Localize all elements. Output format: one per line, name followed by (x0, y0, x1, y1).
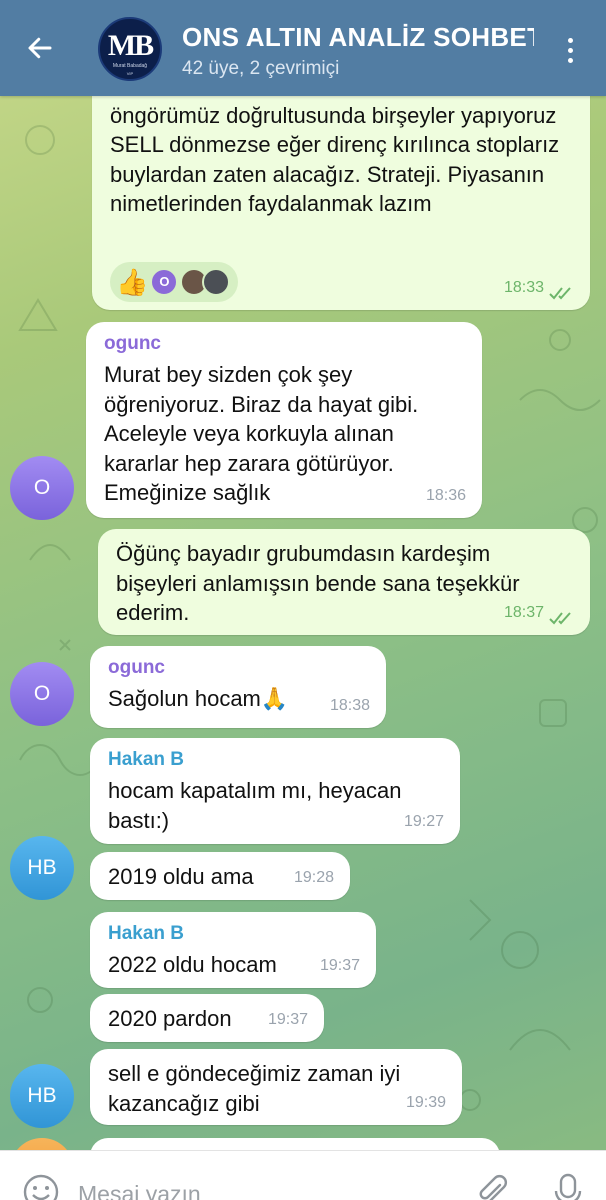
sender-name: Hakan B (108, 923, 185, 944)
message-bubble-outgoing[interactable]: Öğünç bayadır grubumdasın kardeşim bişey… (98, 529, 590, 635)
logo-tag: VIP (126, 71, 134, 76)
chat-header: MB Murat Babadağ VIP ONS ALTIN ANALİZ SO… (0, 0, 606, 96)
avatar-ogunc[interactable]: O (10, 662, 74, 726)
message-input-bar: Mesaj yazın (0, 1150, 606, 1200)
message-text: Murat bey sizden çok şey öğreniyoruz. Bi… (104, 362, 419, 505)
double-check-icon (549, 287, 571, 300)
logo-mark: MB (107, 29, 154, 62)
message-time: 19:37 (319, 956, 360, 974)
message-bubble-incoming[interactable]: 2020 pardon 19:37 (90, 994, 324, 1042)
message-time: 19:37 (267, 1010, 308, 1028)
double-check-icon (549, 612, 571, 625)
reaction-avatar: O (150, 268, 179, 296)
sender-name: ogunc (104, 333, 161, 354)
smiley-icon[interactable] (22, 1173, 60, 1200)
message-time: 18:33 (503, 278, 544, 296)
member-status: 42 üye, 2 çevrimiçi (182, 58, 340, 79)
more-menu-button[interactable] (552, 30, 588, 70)
message-bubble-incoming[interactable]: Hakan B hocam kapatalım mı, heyacan bast… (90, 738, 460, 844)
avatar-hakan[interactable]: HB (10, 1064, 74, 1128)
message-text: hocam kapatalım mı, heyacan bastı:) (108, 778, 402, 833)
avatar-ogunc[interactable]: O (10, 456, 74, 520)
message-bubble-incoming[interactable]: ogunc Sağolun hocam🙏 18:38 (90, 646, 386, 728)
thumbs-up-emoji: 👍 (116, 267, 149, 297)
message-input[interactable]: Mesaj yazın (78, 1181, 201, 1200)
message-time: 19:39 (405, 1093, 446, 1111)
microphone-icon[interactable] (550, 1171, 586, 1200)
back-button[interactable] (18, 26, 62, 70)
message-time: 18:36 (425, 486, 466, 504)
message-time: 18:37 (503, 603, 544, 621)
paperclip-icon[interactable] (474, 1173, 510, 1200)
message-text: Yani her işlemin kar ile sonuçlanma şans… (110, 102, 560, 217)
message-time: 19:28 (293, 868, 334, 886)
message-bubble-incoming[interactable]: Hakan B 2022 oldu hocam 19:37 (90, 912, 376, 988)
reaction-pill[interactable]: 👍 O (110, 262, 239, 302)
sender-name: Hakan B (108, 749, 185, 770)
message-bubble-incoming[interactable]: 2019 oldu ama 19:28 (90, 852, 350, 900)
more-vertical-icon (567, 37, 573, 43)
message-text: sell e göndeceğimiz zaman iyi kazancağız… (108, 1061, 401, 1116)
chat-title[interactable]: ONS ALTIN ANALİZ SOHBET (182, 22, 534, 53)
sender-name: ogunc (108, 657, 165, 678)
logo-name: Murat Babadağ (112, 63, 148, 69)
message-bubble-incoming[interactable]: ogunc Murat bey sizden çok şey öğreniyor… (86, 322, 482, 518)
message-time: 19:27 (403, 812, 444, 830)
arrow-left-icon (28, 37, 52, 59)
reaction-avatar-photo (202, 268, 231, 296)
group-avatar[interactable]: MB Murat Babadağ VIP (98, 17, 162, 81)
message-bubble-incoming[interactable]: sell e göndeceğimiz zaman iyi kazancağız… (90, 1049, 462, 1125)
message-time: 18:38 (329, 696, 370, 714)
avatar-hakan[interactable]: HB (10, 836, 74, 900)
